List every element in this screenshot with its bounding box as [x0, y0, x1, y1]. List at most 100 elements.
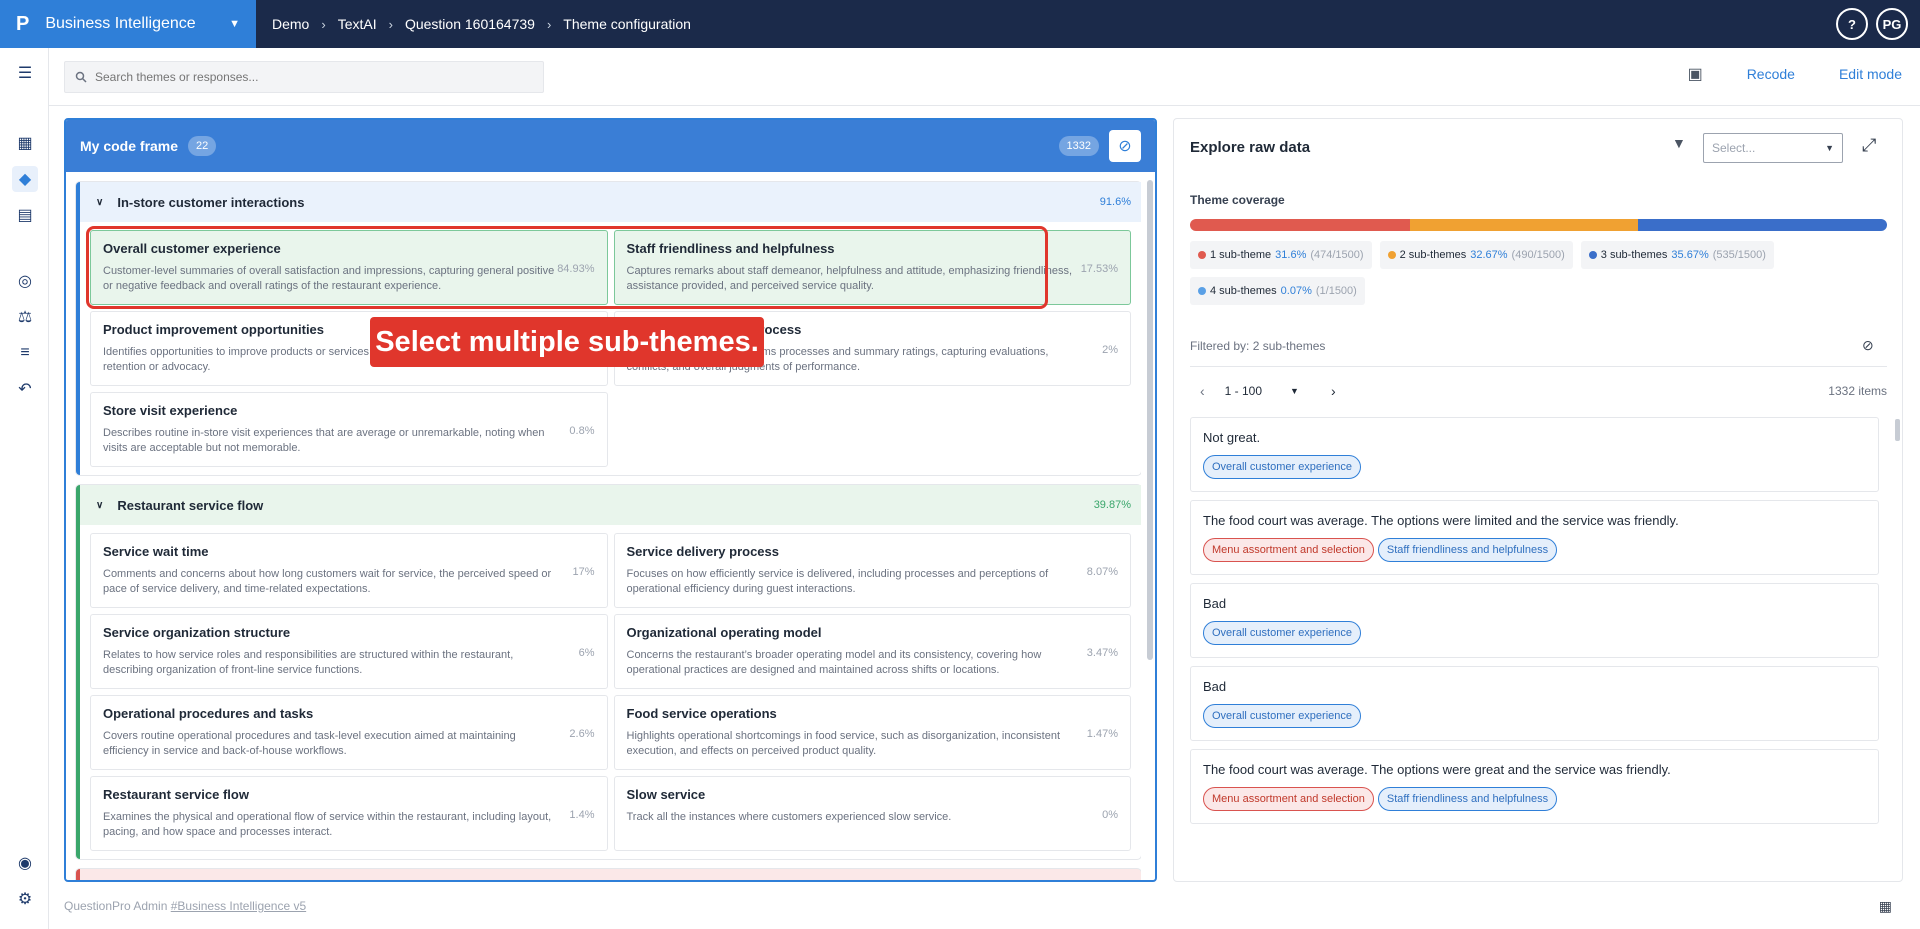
divider [1190, 366, 1887, 367]
sub-theme-percent: 6% [578, 647, 595, 659]
chip-percent: 0.07% [1280, 285, 1312, 297]
filter-off-icon[interactable]: ⊘ [1862, 337, 1874, 354]
scrollbar[interactable] [1895, 419, 1900, 441]
sub-theme-card[interactable]: Organizational operating model Concerns t… [613, 614, 1131, 689]
balance-icon[interactable]: ⚖ [12, 304, 38, 330]
sub-theme-card[interactable]: Restaurant service flow Examines the phys… [90, 776, 608, 851]
response-card[interactable]: Not great. Overall customer experience [1190, 417, 1879, 492]
response-list: Not great. Overall customer experience The… [1190, 417, 1887, 869]
side-nav: ☰ ▦ ◆ ▤ ◎ ⚖ ≡ ↶ ◉ ⚙ [0, 48, 49, 929]
sub-theme-card[interactable]: Service delivery process Focuses on how e… [613, 533, 1131, 608]
user-admin-icon[interactable]: ◉ [12, 850, 38, 876]
theme-select[interactable]: Select... ▼ [1703, 133, 1843, 163]
theme-group-header[interactable]: ∨ In-store customer interactions 91.6% [80, 182, 1141, 222]
chevron-down-icon: ▼ [229, 18, 240, 30]
theme-tag[interactable]: Overall customer experience [1203, 455, 1362, 479]
undo-icon[interactable]: ↶ [12, 376, 38, 402]
clear-filter-button[interactable]: ⊘ [1109, 130, 1141, 162]
caret-down-icon[interactable]: ▼ [1290, 386, 1299, 396]
sub-theme-percent: 1.4% [569, 809, 595, 821]
page-range[interactable]: 1 - 100 [1225, 384, 1262, 398]
theme-tag[interactable]: Overall customer experience [1203, 621, 1362, 645]
sub-theme-title: Slow service [626, 787, 706, 802]
menu-icon[interactable]: ☰ [12, 60, 38, 86]
sub-theme-description: Focuses on how efficiently service is de… [626, 568, 1049, 595]
sub-theme-description: Examines the physical and operational fl… [103, 811, 552, 838]
calculator-icon[interactable]: ▦ [1879, 898, 1892, 915]
group-percent: 39.87% [1093, 499, 1131, 511]
response-card[interactable]: The food court was average. The options … [1190, 749, 1879, 824]
chip-count: (535/1500) [1712, 249, 1766, 261]
code-frame-panel: My code frame 22 1332 ⊘ ∨ In-store custom… [64, 118, 1157, 882]
theme-tag[interactable]: Staff friendliness and helpfulness [1377, 787, 1558, 811]
coverage-segment [1190, 219, 1411, 231]
coverage-chip[interactable]: 2 sub-themes 32.67% (490/1500) [1379, 241, 1573, 269]
chip-count: (1/1500) [1315, 285, 1357, 297]
coverage-segment [1410, 219, 1638, 231]
user-avatar[interactable]: PG [1876, 8, 1908, 40]
explore-title: Explore raw data [1190, 139, 1311, 156]
theme-tag[interactable]: Overall customer experience [1203, 704, 1362, 728]
analytics-icon[interactable]: ◎ [12, 268, 38, 294]
coverage-chip[interactable]: 4 sub-themes 0.07% (1/1500) [1190, 277, 1365, 305]
search-box[interactable] [64, 61, 544, 93]
scrollbar[interactable] [1147, 180, 1153, 660]
sub-theme-description: Customer-level summaries of overall sati… [103, 265, 555, 292]
prev-page-icon[interactable]: ‹ [1190, 383, 1215, 399]
recode-button[interactable]: Recode [1747, 66, 1795, 82]
report-export-icon[interactable]: ▣ [1688, 64, 1703, 84]
theme-group: ∨ Restaurant service flow 39.87% Service wa… [76, 485, 1141, 859]
theme-tag[interactable]: Staff friendliness and helpfulness [1377, 538, 1558, 562]
search-input[interactable] [95, 70, 533, 84]
response-card[interactable]: The food court was average. The options … [1190, 500, 1879, 575]
group-title: In-store customer interactions [117, 194, 305, 210]
sub-theme-card[interactable]: Slow service Track all the instances wher… [613, 776, 1131, 851]
sub-theme-card[interactable]: Food service operations Highlights operat… [613, 695, 1131, 770]
sub-theme-card[interactable]: Service wait time Comments and concerns a… [90, 533, 608, 608]
response-card[interactable]: Bad Overall customer experience [1190, 666, 1879, 741]
list-icon[interactable]: ≡ [12, 340, 38, 366]
edit-mode-button[interactable]: Edit mode [1839, 66, 1902, 82]
sub-theme-description: Captures remarks about staff demeanor, h… [626, 265, 1073, 292]
sub-theme-card[interactable]: Staff friendliness and helpfulness Captur… [613, 230, 1131, 305]
textai-icon[interactable]: ◆ [12, 166, 38, 192]
sub-theme-card[interactable]: Service organization structure Relates to… [90, 614, 608, 689]
chip-label: 3 sub-themes [1600, 249, 1668, 261]
response-text: Bad [1203, 679, 1227, 694]
theme-group-header[interactable]: ∨ Restaurant service flow 39.87% [80, 485, 1141, 525]
dashboard-icon[interactable]: ▦ [12, 130, 38, 156]
app-switcher[interactable]: P Business Intelligence ▼ [0, 0, 256, 48]
sub-theme-card[interactable]: Overall customer experience Customer-leve… [90, 230, 608, 305]
settings-icon[interactable]: ⚙ [12, 886, 38, 912]
chevron-down-icon[interactable]: ∨ [96, 500, 103, 511]
sub-theme-description: Comments and concerns about how long cus… [103, 568, 552, 595]
sub-theme-title: Organizational operating model [626, 625, 822, 640]
expand-icon[interactable]: ⤢ [1862, 135, 1876, 156]
response-card[interactable]: Bad Overall customer experience [1190, 583, 1879, 658]
breadcrumb-item[interactable]: Demo [272, 16, 309, 32]
help-button[interactable]: ? [1836, 8, 1868, 40]
coverage-legend: 1 sub-theme 31.6% (474/1500) 2 sub-themes 32… [1190, 241, 1887, 305]
chevron-right-icon: › [546, 16, 552, 32]
footer: QuestionPro Admin #Business Intelligence… [64, 899, 306, 913]
sub-theme-card[interactable]: Operational procedures and tasks Covers r… [90, 695, 608, 770]
sub-theme-card[interactable]: Store visit experience Describes routine … [90, 392, 608, 467]
theme-coverage-label: Theme coverage [1190, 193, 1285, 207]
filter-icon[interactable]: ▼ [1672, 135, 1686, 151]
sub-theme-percent: 8.07% [1086, 566, 1118, 578]
next-page-icon[interactable]: › [1321, 383, 1346, 399]
report-icon[interactable]: ▤ [12, 202, 38, 228]
coverage-chip[interactable]: 1 sub-theme 31.6% (474/1500) [1190, 241, 1372, 269]
theme-tag[interactable]: Menu assortment and selection [1203, 538, 1374, 562]
sub-theme-percent: 1.47% [1086, 728, 1118, 740]
breadcrumb-item[interactable]: Question 160164739 [405, 16, 535, 32]
sub-theme-percent: 2.6% [569, 728, 595, 740]
footer-link[interactable]: #Business Intelligence v5 [171, 899, 306, 913]
breadcrumb-item[interactable]: TextAI [338, 16, 377, 32]
sub-theme-percent: 3.47% [1086, 647, 1118, 659]
chevron-down-icon[interactable]: ∨ [96, 197, 103, 208]
coverage-chip[interactable]: 3 sub-themes 35.67% (535/1500) [1580, 241, 1774, 269]
response-text: Bad [1203, 596, 1227, 611]
theme-tag[interactable]: Menu assortment and selection [1203, 787, 1374, 811]
divider [49, 105, 1920, 106]
